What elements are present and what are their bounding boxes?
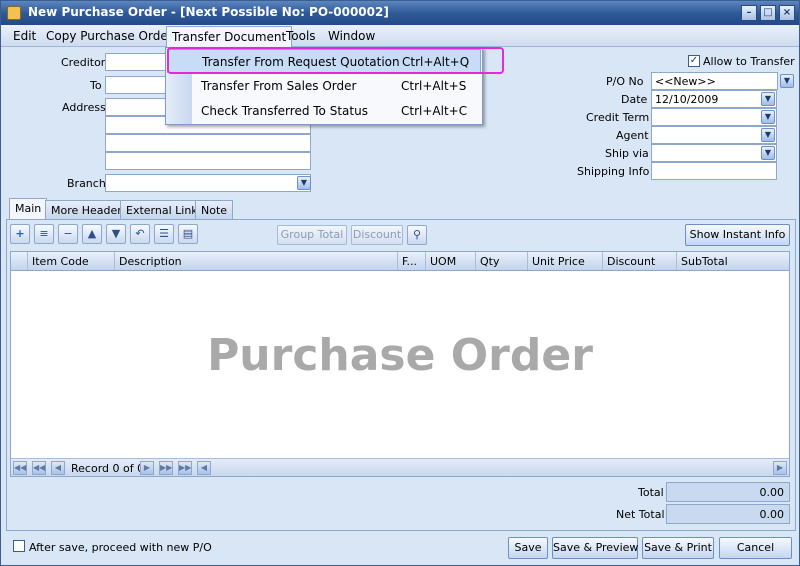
menu-transfer-document[interactable]: Transfer Document (166, 26, 293, 47)
address-line-4[interactable] (105, 152, 311, 170)
item-grid: Item Code Description F... UOM Qty Unit … (10, 251, 790, 477)
creditor-label: Creditor (61, 56, 106, 69)
allow-transfer-label: Allow to Transfer (703, 55, 795, 68)
address-line-3[interactable] (105, 134, 311, 152)
agent-select[interactable] (651, 126, 777, 144)
insert-row-icon[interactable]: ≡ (34, 224, 54, 244)
total-value: 0.00 (666, 482, 790, 502)
row-indicator-column (11, 252, 28, 270)
previous-record-icon[interactable]: ◀ (51, 461, 65, 475)
menu-item-label: Check Transferred To Status (201, 104, 368, 118)
first-record-icon[interactable]: ◀◀ (13, 461, 27, 475)
app-icon (7, 6, 21, 20)
show-instant-info-button[interactable]: Show Instant Info (685, 224, 790, 246)
chevron-down-icon[interactable]: ▼ (761, 128, 775, 142)
discount-button[interactable]: Discount (351, 225, 403, 245)
net-total-label: Net Total (616, 508, 665, 521)
move-up-icon[interactable]: ▲ (82, 224, 102, 244)
column-discount[interactable]: Discount (603, 252, 677, 270)
chevron-down-icon[interactable]: ▼ (761, 110, 775, 124)
scroll-left-icon[interactable]: ◀ (197, 461, 211, 475)
ship-via-select[interactable] (651, 144, 777, 162)
column-unit-price[interactable]: Unit Price (528, 252, 603, 270)
delete-row-icon[interactable]: − (58, 224, 78, 244)
date-field[interactable]: 12/10/2009 (651, 90, 777, 108)
column-item-code[interactable]: Item Code (28, 252, 115, 270)
undo-icon[interactable]: ↶ (130, 224, 150, 244)
column-description[interactable]: Description (115, 252, 398, 270)
menu-edit[interactable]: Edit (13, 29, 36, 43)
to-label: To (90, 79, 102, 92)
po-no-field[interactable]: <<New>> (651, 72, 778, 90)
search-icon[interactable]: ⚲ (407, 225, 427, 245)
allow-transfer-checkbox[interactable]: ✓ (688, 55, 700, 67)
title-bar: New Purchase Order - [Next Possible No: … (1, 1, 799, 25)
tab-note[interactable]: Note (195, 200, 234, 219)
shipping-info-label: Shipping Info (577, 165, 650, 178)
menu-item-shortcut: Ctrl+Alt+S (401, 79, 467, 93)
highlight-annotation (167, 47, 504, 74)
close-button[interactable]: × (779, 5, 795, 21)
last-record-icon[interactable]: ▶▶ (178, 461, 192, 475)
window-title: New Purchase Order - [Next Possible No: … (28, 5, 389, 19)
save-print-button[interactable]: Save & Print (642, 537, 714, 559)
column-uom[interactable]: UOM (426, 252, 476, 270)
agent-label: Agent (616, 129, 649, 142)
chevron-down-icon[interactable]: ▼ (761, 92, 775, 106)
record-count: Record 0 of 0 (71, 462, 145, 475)
maximize-button[interactable]: □ (760, 5, 776, 21)
after-save-label: After save, proceed with new P/O (29, 541, 212, 554)
next-record-icon[interactable]: ▶ (140, 461, 154, 475)
column-qty[interactable]: Qty (476, 252, 528, 270)
after-save-checkbox[interactable] (13, 540, 25, 552)
menu-bar: Edit Copy Purchase Order Transfer Docume… (1, 25, 799, 47)
credit-term-select[interactable] (651, 108, 777, 126)
column-f[interactable]: F... (398, 252, 426, 270)
chevron-down-icon[interactable]: ▼ (761, 146, 775, 160)
record-navigator: ◀◀ ◀◀ ◀ Record 0 of 0 ▶ ▶▶ ▶▶ ◀ ▶ (11, 458, 789, 476)
tab-more-header[interactable]: More Header (45, 200, 128, 219)
menu-item-label: Transfer From Sales Order (201, 79, 357, 93)
menu-item-shortcut: Ctrl+Alt+C (401, 104, 468, 118)
net-total-value: 0.00 (666, 504, 790, 524)
chevron-down-icon[interactable]: ▼ (780, 74, 794, 88)
cancel-button[interactable]: Cancel (719, 537, 792, 559)
branch-select[interactable] (105, 174, 311, 192)
previous-page-icon[interactable]: ◀◀ (32, 461, 46, 475)
subtotal-icon[interactable]: ▤ (178, 224, 198, 244)
grid-watermark: Purchase Order (207, 330, 593, 381)
total-label: Total (638, 486, 664, 499)
tab-main[interactable]: Main (9, 198, 48, 220)
address-label: Address (62, 101, 106, 114)
scroll-right-icon[interactable]: ▶ (773, 461, 787, 475)
group-total-button[interactable]: Group Total (277, 225, 347, 245)
move-down-icon[interactable]: ▼ (106, 224, 126, 244)
tab-external-link[interactable]: External Link (120, 200, 204, 219)
add-row-icon[interactable]: + (10, 224, 30, 244)
save-preview-button[interactable]: Save & Preview (552, 537, 638, 559)
credit-term-label: Credit Term (586, 111, 650, 124)
purchase-order-window: New Purchase Order - [Next Possible No: … (0, 0, 800, 566)
po-no-label: P/O No (606, 75, 644, 88)
grid-header: Item Code Description F... UOM Qty Unit … (11, 252, 789, 271)
minimize-button[interactable]: – (741, 5, 757, 21)
menu-item-transfer-from-sales-order[interactable]: Transfer From Sales Order Ctrl+Alt+S (167, 74, 481, 98)
ship-via-label: Ship via (605, 147, 649, 160)
menu-copy-purchase-order[interactable]: Copy Purchase Order (46, 29, 173, 43)
shipping-info-field[interactable] (651, 162, 777, 180)
branch-label: Branch (67, 177, 106, 190)
date-label: Date (621, 93, 648, 106)
next-page-icon[interactable]: ▶▶ (159, 461, 173, 475)
menu-window[interactable]: Window (328, 29, 375, 43)
save-button[interactable]: Save (508, 537, 548, 559)
menu-tools[interactable]: Tools (286, 29, 316, 43)
list-icon[interactable]: ☰ (154, 224, 174, 244)
chevron-down-icon[interactable]: ▼ (297, 176, 311, 190)
menu-item-check-transferred-to-status[interactable]: Check Transferred To Status Ctrl+Alt+C (167, 99, 481, 123)
column-subtotal[interactable]: SubTotal (677, 252, 789, 270)
